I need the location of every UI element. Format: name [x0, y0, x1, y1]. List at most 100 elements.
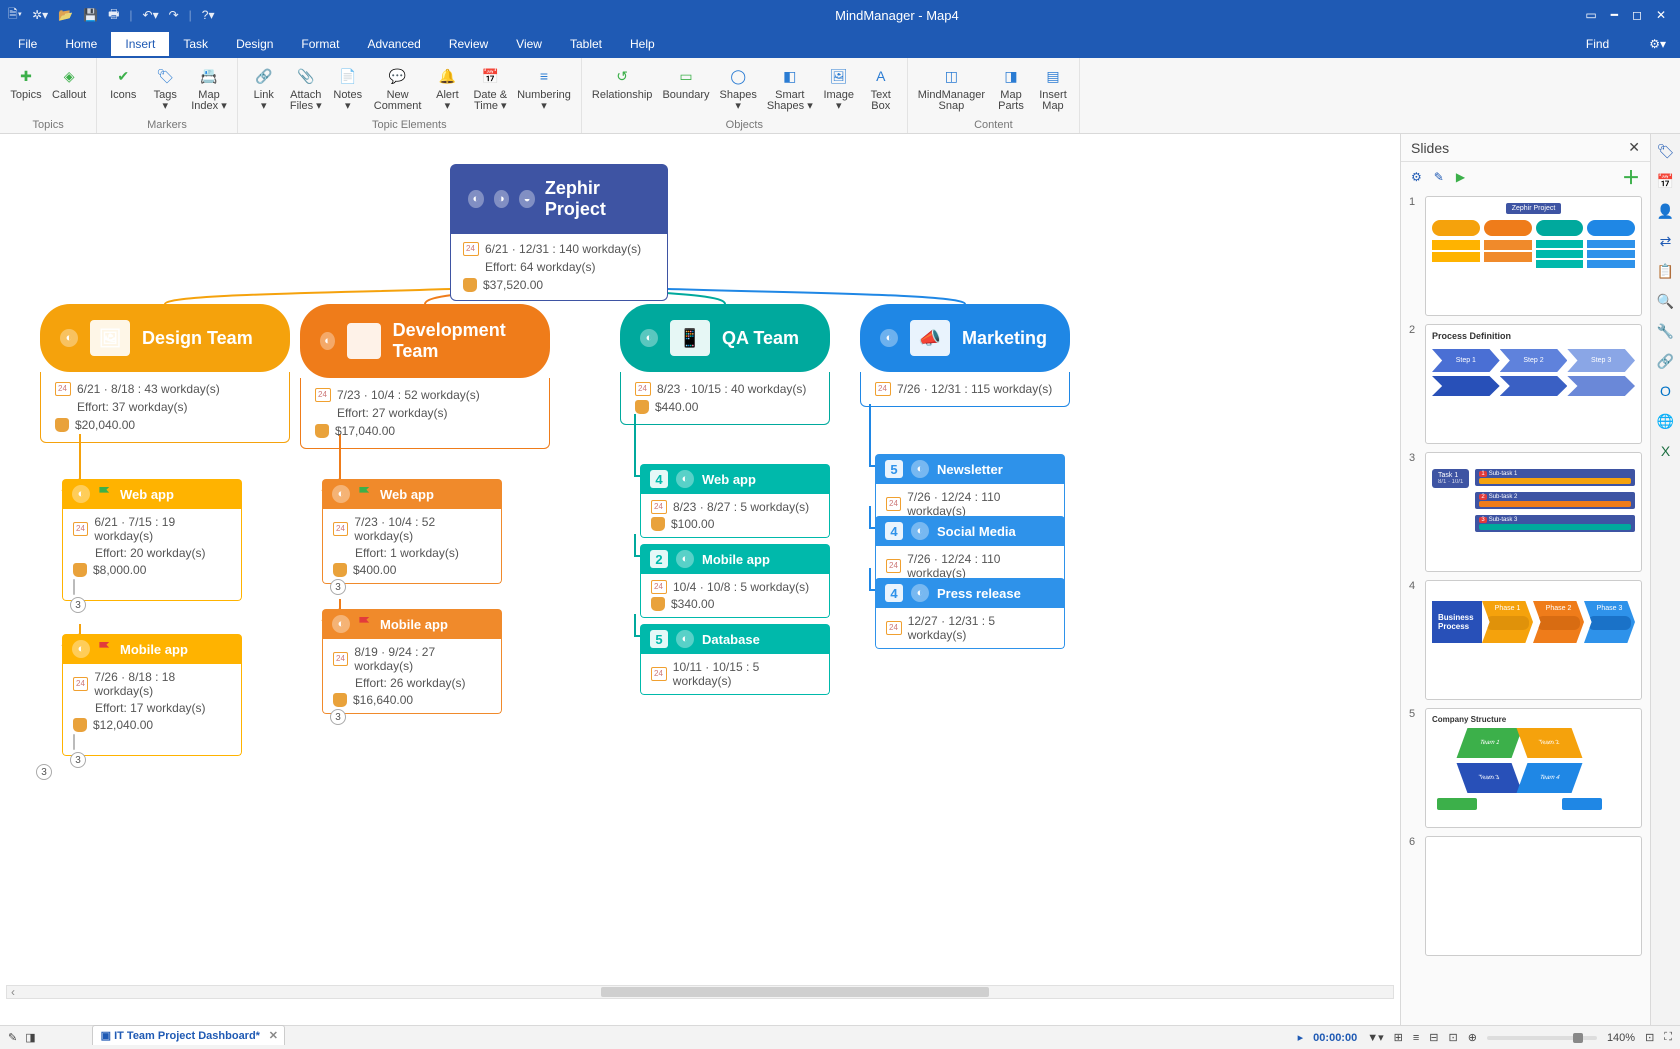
redo-icon[interactable]: ↷: [169, 8, 179, 22]
ribbon-topics-button[interactable]: ✚Topics: [6, 62, 46, 118]
task-count-badge[interactable]: 3: [330, 579, 346, 595]
task-qa-database[interactable]: 5◐Database 10/11 · 10/15 : 5 workday(s): [640, 624, 830, 695]
root-node[interactable]: ◐◑◒Zephir Project 6/21 · 12/31 : 140 wor…: [450, 164, 668, 301]
ribbon-icons-button[interactable]: ✔Icons: [103, 62, 143, 118]
rail-related-icon[interactable]: 🔗: [1655, 350, 1677, 372]
slides-add-icon[interactable]: ＋: [1622, 164, 1640, 190]
slides-edit-icon[interactable]: ✎: [1434, 170, 1444, 184]
ribbon-new-button[interactable]: 💬New Comment: [370, 62, 426, 118]
slide-thumb-3[interactable]: 3 Task 18/1 · 10/1 1Sub-task 12Sub-task …: [1409, 452, 1642, 572]
ribbon-text-button[interactable]: AText Box: [861, 62, 901, 118]
menu-review[interactable]: Review: [435, 32, 502, 56]
menu-file[interactable]: File: [4, 32, 51, 56]
view-gantt-icon[interactable]: ⊟: [1429, 1031, 1438, 1044]
task-count-badge[interactable]: 3: [70, 752, 86, 768]
menu-help[interactable]: Help: [616, 32, 669, 56]
view-outline-icon[interactable]: ≡: [1413, 1032, 1419, 1044]
fit-page-icon[interactable]: ⊡: [1645, 1031, 1654, 1044]
doc-tab-close-icon[interactable]: ✕: [269, 1029, 278, 1042]
team-node-marketing[interactable]: ◐📣Marketing 7/26 · 12/31 : 115 workday(s…: [860, 304, 1070, 407]
task-qa-mobile-app[interactable]: 2◐Mobile app 10/4 · 10/8 : 5 workday(s)$…: [640, 544, 830, 618]
find-button[interactable]: Find: [1586, 37, 1649, 51]
task-qa-web-app[interactable]: 4◐Web app 8/23 · 8/27 : 5 workday(s)$100…: [640, 464, 830, 538]
rail-person-icon[interactable]: 👤: [1655, 200, 1677, 222]
ribbon-map-button[interactable]: ◨Map Parts: [991, 62, 1031, 118]
view-map-icon[interactable]: ⊞: [1394, 1031, 1403, 1044]
ribbon-date--button[interactable]: 📅Date & Time ▾: [469, 62, 511, 118]
help-dropdown-icon[interactable]: ?▾: [202, 8, 215, 22]
zoom-slider[interactable]: [1487, 1036, 1597, 1040]
highlight-tool-icon[interactable]: ◨: [25, 1031, 35, 1044]
ribbon-mindmanager-button[interactable]: ◫MindManager Snap: [914, 62, 989, 118]
ribbon-callout-button[interactable]: ◈Callout: [48, 62, 90, 118]
menu-design[interactable]: Design: [222, 32, 287, 56]
slides-play-icon[interactable]: ▶: [1456, 170, 1465, 184]
menu-task[interactable]: Task: [169, 32, 222, 56]
task-mkt-social-media[interactable]: 4◐Social Media 7/26 · 12/24 : 110 workda…: [875, 516, 1065, 587]
task-dev-web-app[interactable]: ◐Web app 7/23 · 10/4 : 52 workday(s)Effo…: [322, 479, 502, 584]
ribbon-map-button[interactable]: 📇Map Index ▾: [187, 62, 231, 118]
task-count-badge[interactable]: 3: [70, 597, 86, 613]
ribbon-image-button[interactable]: 🖼Image ▾: [819, 62, 859, 118]
view-schedule-icon[interactable]: ⊡: [1449, 1031, 1458, 1044]
menu-tablet[interactable]: Tablet: [556, 32, 616, 56]
ribbon-relationship-button[interactable]: ↺Relationship: [588, 62, 657, 118]
rail-web-icon[interactable]: 🌐: [1655, 410, 1677, 432]
ribbon-numbering-button[interactable]: ≡Numbering ▾: [513, 62, 575, 118]
task-count-badge[interactable]: 3: [330, 709, 346, 725]
rail-tools-icon[interactable]: 🔧: [1655, 320, 1677, 342]
slide-thumb-1[interactable]: 1Zephir Project: [1409, 196, 1642, 316]
task-mkt-newsletter[interactable]: 5◐Newsletter 7/26 · 12/24 : 110 workday(…: [875, 454, 1065, 525]
ribbon-alert-button[interactable]: 🔔Alert ▾: [427, 62, 467, 118]
team-node-development-team[interactable]: ◐Development Team 7/23 · 10/4 : 52 workd…: [300, 304, 550, 449]
ribbon-smart-button[interactable]: ◧Smart Shapes ▾: [763, 62, 817, 118]
open-icon[interactable]: 📂: [58, 8, 73, 22]
pen-tool-icon[interactable]: ✎: [8, 1031, 17, 1044]
ribbon-insert-button[interactable]: ▤Insert Map: [1033, 62, 1073, 118]
settings-icon[interactable]: ✲▾: [32, 8, 48, 22]
fullscreen-icon[interactable]: ⛶: [1664, 1031, 1672, 1044]
document-tab[interactable]: ▣ IT Team Project Dashboard* ✕: [92, 1025, 285, 1045]
task-mkt-press-release[interactable]: 4◐Press release 12/27 · 12/31 : 5 workda…: [875, 578, 1065, 649]
menu-home[interactable]: Home: [51, 32, 111, 56]
menu-advanced[interactable]: Advanced: [353, 32, 434, 56]
canvas-area[interactable]: ◐◑◒Zephir Project 6/21 · 12/31 : 140 wor…: [0, 134, 1400, 1025]
menu-format[interactable]: Format: [287, 32, 353, 56]
rail-search-icon[interactable]: 🔍: [1655, 290, 1677, 312]
undo-icon[interactable]: ↶▾: [143, 8, 159, 22]
zoom-fit-icon[interactable]: ⊕: [1468, 1031, 1477, 1044]
slide-thumb-5[interactable]: 5Company Structure Team 1 Team 2 Team 3 …: [1409, 708, 1642, 828]
filter-icon[interactable]: ▼▾: [1367, 1031, 1383, 1044]
maximize-icon[interactable]: ◻: [1632, 8, 1642, 22]
ribbon-options-icon[interactable]: ⚙▾: [1649, 37, 1676, 51]
ribbon-tags-button[interactable]: 🏷Tags ▾: [145, 62, 185, 118]
close-icon[interactable]: ✕: [1656, 8, 1666, 22]
rail-outlook-icon[interactable]: O: [1655, 380, 1677, 402]
ribbon-boundary-button[interactable]: ▭Boundary: [658, 62, 713, 118]
menu-insert[interactable]: Insert: [111, 32, 169, 56]
rail-markers-icon[interactable]: 🏷: [1655, 140, 1677, 162]
task-dev-mobile-app[interactable]: ◐Mobile app 8/19 · 9/24 : 27 workday(s)E…: [322, 609, 502, 714]
rail-excel-icon[interactable]: X: [1655, 440, 1677, 462]
slides-settings-icon[interactable]: ⚙: [1411, 170, 1422, 184]
rail-share-icon[interactable]: ⇄: [1655, 230, 1677, 252]
rail-calendar-icon[interactable]: 📅: [1655, 170, 1677, 192]
team-count-badge[interactable]: 3: [36, 764, 52, 780]
team-node-qa-team[interactable]: ◐📱QA Team 8/23 · 10/15 : 40 workday(s)$4…: [620, 304, 830, 425]
timer-play-icon[interactable]: ▸: [1298, 1031, 1304, 1044]
team-node-design-team[interactable]: ◐🖼Design Team 6/21 · 8/18 : 43 workday(s…: [40, 304, 290, 443]
ribbon-attach-button[interactable]: 📎Attach Files ▾: [286, 62, 326, 118]
new-doc-icon[interactable]: 🗎▾: [8, 5, 22, 26]
task-design-mobile-app[interactable]: ◐Mobile app 7/26 · 8/18 : 18 workday(s)E…: [62, 634, 242, 756]
menu-view[interactable]: View: [502, 32, 556, 56]
slide-thumb-2[interactable]: 2Process Definition Step 1Step 2Step 3: [1409, 324, 1642, 444]
horizontal-scrollbar[interactable]: ‹: [6, 985, 1394, 999]
ribbon-shapes-button[interactable]: ◯Shapes ▾: [716, 62, 761, 118]
slide-thumb-6[interactable]: 6: [1409, 836, 1642, 956]
ribbon-toggle-icon[interactable]: ▭: [1585, 8, 1596, 22]
ribbon-link-button[interactable]: 🔗Link ▾: [244, 62, 284, 118]
task-design-web-app[interactable]: ◐Web app 6/21 · 7/15 : 19 workday(s)Effo…: [62, 479, 242, 601]
minimize-icon[interactable]: ━: [1611, 8, 1618, 22]
save-icon[interactable]: 💾: [83, 8, 98, 22]
slides-close-icon[interactable]: ✕: [1628, 139, 1640, 156]
